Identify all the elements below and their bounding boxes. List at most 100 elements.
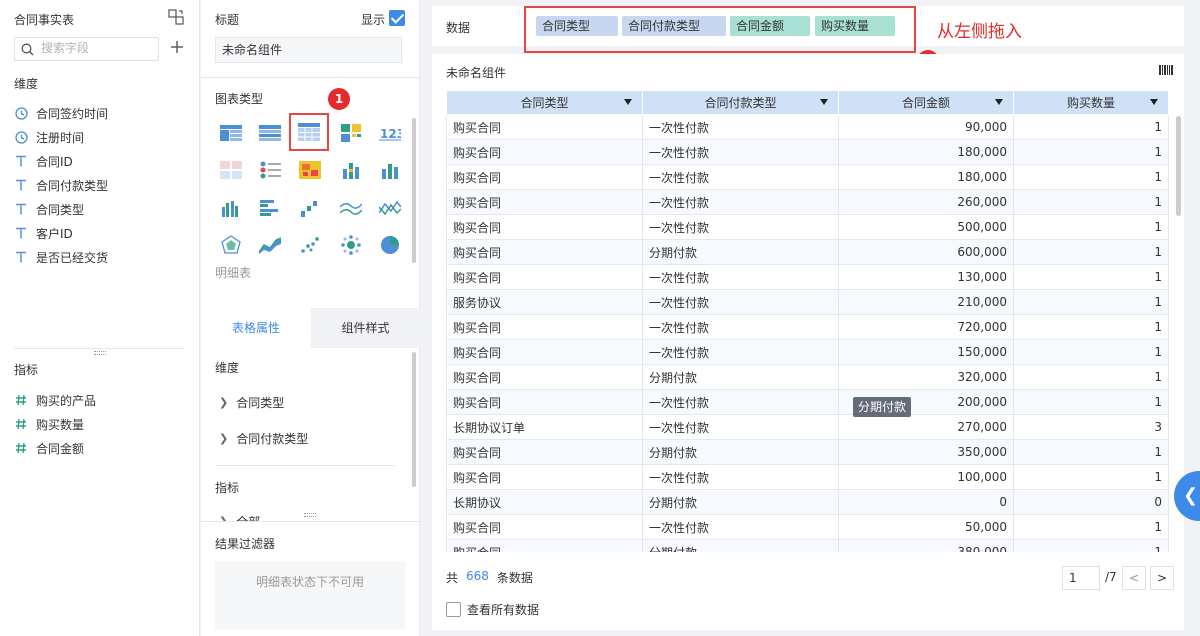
chart-type-kpi-card[interactable]	[218, 157, 244, 183]
table-cell[interactable]: 一次性付款	[642, 514, 839, 540]
field-item[interactable]: 购买的产品	[14, 388, 194, 412]
switch-dataset-icon[interactable]	[168, 9, 184, 25]
table-cell[interactable]: 购买合同	[446, 314, 643, 340]
table-cell[interactable]: 一次性付款	[642, 139, 839, 165]
table-cell[interactable]: 购买合同	[446, 189, 643, 215]
page-number-input[interactable]: 1	[1062, 566, 1100, 590]
table-cell[interactable]: 一次性付款	[642, 414, 839, 440]
table-cell[interactable]: 0	[838, 489, 1014, 515]
table-cell[interactable]: 一次性付款	[642, 289, 839, 315]
field-chip-contract-type[interactable]: 合同类型	[536, 16, 618, 36]
tab-component-style[interactable]: 组件样式	[311, 308, 420, 348]
chart-type-area[interactable]	[338, 195, 364, 221]
table-cell[interactable]: 一次性付款	[642, 214, 839, 240]
tab-table-properties[interactable]: 表格属性	[201, 308, 311, 348]
chart-type-range-area[interactable]	[257, 232, 283, 258]
table-cell[interactable]: 1	[1013, 389, 1169, 415]
table-cell[interactable]: 0	[1013, 489, 1169, 515]
chart-type-heatmap[interactable]	[297, 157, 323, 183]
chart-type-cross-table[interactable]	[257, 120, 283, 146]
chart-type-bar[interactable]	[377, 157, 403, 183]
table-cell[interactable]: 购买合同	[446, 114, 643, 140]
table-cell[interactable]: 长期协议订单	[446, 414, 643, 440]
table-cell[interactable]: 长期协议	[446, 489, 643, 515]
table-cell[interactable]: 1	[1013, 114, 1169, 140]
prop-dimension-item[interactable]: ❯ 合同类型	[219, 394, 284, 411]
field-item[interactable]: 注册时间	[14, 125, 194, 149]
sort-dropdown-icon[interactable]	[1150, 99, 1158, 105]
table-cell[interactable]: 3	[1013, 414, 1169, 440]
table-cell[interactable]: 1	[1013, 189, 1169, 215]
table-cell[interactable]: 购买合同	[446, 364, 643, 390]
table-cell[interactable]: 270,000	[838, 414, 1014, 440]
table-cell[interactable]: 购买合同	[446, 514, 643, 540]
table-cell[interactable]: 260,000	[838, 189, 1014, 215]
table-cell[interactable]: 一次性付款	[642, 314, 839, 340]
prop-measure-item[interactable]: ❯全部	[219, 513, 260, 521]
prop-dimension-item[interactable]: ❯ 合同付款类型	[219, 430, 308, 447]
field-item[interactable]: 合同类型	[14, 197, 194, 221]
table-cell[interactable]: 购买合同	[446, 214, 643, 240]
table-cell[interactable]: 购买合同	[446, 164, 643, 190]
table-cell[interactable]: 1	[1013, 514, 1169, 540]
barcode-icon[interactable]	[1159, 65, 1173, 75]
chart-type-line[interactable]	[377, 195, 403, 221]
chart-type-detail-table[interactable]	[289, 113, 329, 151]
table-cell[interactable]: 90,000	[838, 114, 1014, 140]
field-chip-contract-amount[interactable]: 合同金额	[730, 16, 810, 36]
table-cell[interactable]: 100,000	[838, 464, 1014, 490]
table-cell[interactable]: 1	[1013, 239, 1169, 265]
table-cell[interactable]: 350,000	[838, 439, 1014, 465]
chart-type-scatter[interactable]	[297, 232, 323, 258]
field-item[interactable]: 合同付款类型	[14, 173, 194, 197]
sort-dropdown-icon[interactable]	[820, 99, 828, 105]
table-cell[interactable]: 320,000	[838, 364, 1014, 390]
title-input[interactable]: 未命名组件	[215, 37, 402, 63]
table-cell[interactable]: 一次性付款	[642, 114, 839, 140]
view-all-data[interactable]: 查看所有数据	[446, 601, 539, 618]
resize-grip[interactable]	[304, 513, 316, 517]
show-title-checkbox[interactable]	[389, 10, 405, 26]
table-cell[interactable]: 购买合同	[446, 439, 643, 465]
table-cell[interactable]: 500,000	[838, 214, 1014, 240]
search-input[interactable]	[41, 41, 151, 55]
chart-type-pie[interactable]	[377, 232, 403, 258]
table-cell[interactable]: 分期付款	[642, 489, 839, 515]
table-cell[interactable]: 购买合同	[446, 139, 643, 165]
table-cell[interactable]: 130,000	[838, 264, 1014, 290]
table-cell[interactable]: 购买合同	[446, 464, 643, 490]
table-cell[interactable]: 1	[1013, 314, 1169, 340]
table-cell[interactable]: 购买合同	[446, 339, 643, 365]
chart-type-scrollbar[interactable]	[412, 118, 416, 263]
add-field-icon[interactable]	[170, 40, 184, 54]
table-cell[interactable]: 1	[1013, 364, 1169, 390]
table-cell[interactable]: 一次性付款	[642, 339, 839, 365]
column-header[interactable]: 合同付款类型	[642, 90, 839, 115]
table-cell[interactable]: 210,000	[838, 289, 1014, 315]
table-cell[interactable]: 购买合同	[446, 389, 643, 415]
field-item[interactable]: 购买数量	[14, 412, 194, 436]
table-cell[interactable]: 1	[1013, 214, 1169, 240]
sort-dropdown-icon[interactable]	[624, 99, 632, 105]
table-cell[interactable]: 一次性付款	[642, 189, 839, 215]
table-cell[interactable]: 服务协议	[446, 289, 643, 315]
table-cell[interactable]: 1	[1013, 264, 1169, 290]
field-item[interactable]: 合同签约时间	[14, 101, 194, 125]
property-scrollbar[interactable]	[412, 352, 416, 487]
table-cell[interactable]: 一次性付款	[642, 264, 839, 290]
chart-type-multi-bar[interactable]	[218, 195, 244, 221]
chart-type-waterfall[interactable]	[297, 195, 323, 221]
table-cell[interactable]: 1	[1013, 289, 1169, 315]
table-cell[interactable]: 分期付款	[642, 364, 839, 390]
column-header[interactable]: 合同金额	[838, 90, 1014, 115]
table-cell[interactable]: 1	[1013, 464, 1169, 490]
table-cell[interactable]: 180,000	[838, 164, 1014, 190]
next-page-button[interactable]: >	[1150, 566, 1174, 590]
table-cell[interactable]: 1	[1013, 139, 1169, 165]
chart-type-horizontal-bar[interactable]	[257, 195, 283, 221]
field-item[interactable]: 客户ID	[14, 221, 194, 245]
chart-type-bubble[interactable]	[338, 232, 364, 258]
field-item[interactable]: 合同金额	[14, 436, 194, 460]
chart-type-color-table[interactable]	[338, 120, 364, 146]
table-cell[interactable]: 150,000	[838, 339, 1014, 365]
